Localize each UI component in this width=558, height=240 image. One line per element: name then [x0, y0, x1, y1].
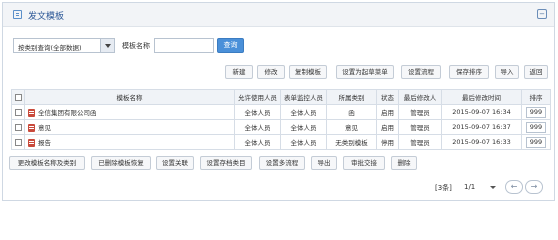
delete-button[interactable]: 删除 — [391, 156, 417, 170]
panel-header: 发文模板 − — [3, 3, 554, 27]
set-draft-menu-button[interactable]: 设置为起草菜单 — [336, 65, 394, 79]
last-modifier: 管理员 — [398, 104, 442, 120]
page-indicator: 1/1 — [464, 183, 476, 191]
set-flow-button[interactable]: 设置流程 — [401, 65, 441, 79]
last-modified-time: 2015-09-07 16:33 — [441, 134, 522, 150]
column-header: 所属类别 — [326, 89, 377, 105]
back-button[interactable]: 返回 — [524, 65, 548, 79]
set-link-button[interactable]: 设置关联 — [156, 156, 194, 170]
page-title: 发文模板 — [28, 12, 65, 22]
template-name[interactable]: 意见 — [38, 124, 51, 132]
template-icon — [28, 124, 35, 132]
template-name[interactable]: 全信集团有限公司函 — [38, 109, 97, 117]
prev-page-icon[interactable]: ← — [505, 180, 523, 194]
import-button[interactable]: 导入 — [495, 65, 519, 79]
approval-handover-button[interactable]: 审批交接 — [343, 156, 385, 170]
select-all-cell[interactable] — [11, 89, 25, 105]
bottom-action-bar: 更改模板名称及类别 已删除模板恢复 设置关联 设置存档类目 设置多流程 导出 审… — [3, 156, 554, 172]
last-modifier: 管理员 — [398, 119, 442, 135]
table-row[interactable]: 意见 全体人员 全体人员 意见 启用 管理员 2015-09-07 16:37 … — [11, 119, 551, 135]
chevron-down-icon[interactable] — [100, 39, 114, 52]
category-filter-value: 按类别查询(全部数据) — [18, 44, 82, 52]
column-header: 状态 — [376, 89, 399, 105]
row-checkbox[interactable] — [14, 138, 22, 146]
export-button[interactable]: 导出 — [311, 156, 337, 170]
column-header: 排序 — [521, 89, 551, 105]
sort-input[interactable]: 999 — [526, 136, 546, 148]
template-name[interactable]: 报告 — [38, 139, 51, 147]
column-header: 模板名称 — [24, 89, 235, 105]
page-select[interactable]: 1/1 — [461, 180, 499, 194]
column-header: 最后修改人 — [398, 89, 442, 105]
set-archive-category-button[interactable]: 设置存档类目 — [200, 156, 252, 170]
table-row[interactable]: 全信集团有限公司函 全体人员 全体人员 函 启用 管理员 2015-09-07 … — [11, 104, 551, 120]
template-name-label: 模板名称 — [122, 42, 150, 50]
table-row[interactable]: 报告 全体人员 全体人员 无类别模板 停用 管理员 2015-09-07 16:… — [11, 134, 551, 150]
table-header-row: 模板名称 允许使用人员 表单监控人员 所属类别 状态 最后修改人 最后修改时间 … — [11, 89, 551, 105]
row-checkbox[interactable] — [14, 123, 22, 131]
chevron-down-icon — [490, 186, 496, 189]
category-filter-select[interactable]: 按类别查询(全部数据) — [13, 38, 115, 53]
restore-deleted-button[interactable]: 已删除模板恢复 — [91, 156, 151, 170]
template-icon — [28, 139, 35, 147]
template-icon — [28, 109, 35, 117]
record-count: [3条] — [435, 184, 452, 192]
category: 无类别模板 — [326, 134, 377, 150]
allowed-users: 全体人员 — [234, 134, 281, 150]
allowed-users: 全体人员 — [234, 104, 281, 120]
column-header: 表单监控人员 — [280, 89, 327, 105]
last-modified-time: 2015-09-07 16:37 — [441, 119, 522, 135]
monitor-users: 全体人员 — [280, 134, 327, 150]
next-page-icon[interactable]: → — [525, 180, 543, 194]
rename-category-button[interactable]: 更改模板名称及类别 — [9, 156, 85, 170]
column-header: 允许使用人员 — [234, 89, 281, 105]
monitor-users: 全体人员 — [280, 119, 327, 135]
collapse-icon[interactable]: − — [537, 9, 547, 19]
save-sort-button[interactable]: 保存排序 — [449, 65, 489, 79]
sort-input[interactable]: 999 — [526, 121, 546, 133]
category: 函 — [326, 104, 377, 120]
status: 停用 — [376, 134, 399, 150]
last-modifier: 管理员 — [398, 134, 442, 150]
copy-template-button[interactable]: 复制模板 — [289, 65, 327, 79]
toolbar: 新建 修改 复制模板 设置为起草菜单 设置流程 保存排序 导入 返回 — [3, 65, 554, 81]
category: 意见 — [326, 119, 377, 135]
row-checkbox[interactable] — [14, 108, 22, 116]
allowed-users: 全体人员 — [234, 119, 281, 135]
status: 启用 — [376, 104, 399, 120]
template-table: 模板名称 允许使用人员 表单监控人员 所属类别 状态 最后修改人 最后修改时间 … — [11, 89, 551, 150]
template-name-input[interactable] — [154, 38, 214, 53]
status: 启用 — [376, 119, 399, 135]
template-panel: 发文模板 − 按类别查询(全部数据) 模板名称 查询 新建 修改 复制模板 设置… — [2, 2, 555, 201]
document-icon — [13, 10, 22, 19]
select-all-checkbox[interactable] — [14, 93, 22, 101]
monitor-users: 全体人员 — [280, 104, 327, 120]
sort-input[interactable]: 999 — [526, 106, 546, 118]
search-bar: 按类别查询(全部数据) 模板名称 查询 — [3, 28, 554, 62]
set-multi-flow-button[interactable]: 设置多流程 — [259, 156, 305, 170]
query-button[interactable]: 查询 — [217, 38, 244, 53]
last-modified-time: 2015-09-07 16:34 — [441, 104, 522, 120]
pagination: [3条] 1/1 ← → — [3, 178, 554, 198]
column-header: 最后修改时间 — [441, 89, 522, 105]
edit-button[interactable]: 修改 — [257, 65, 285, 79]
new-button[interactable]: 新建 — [225, 65, 253, 79]
